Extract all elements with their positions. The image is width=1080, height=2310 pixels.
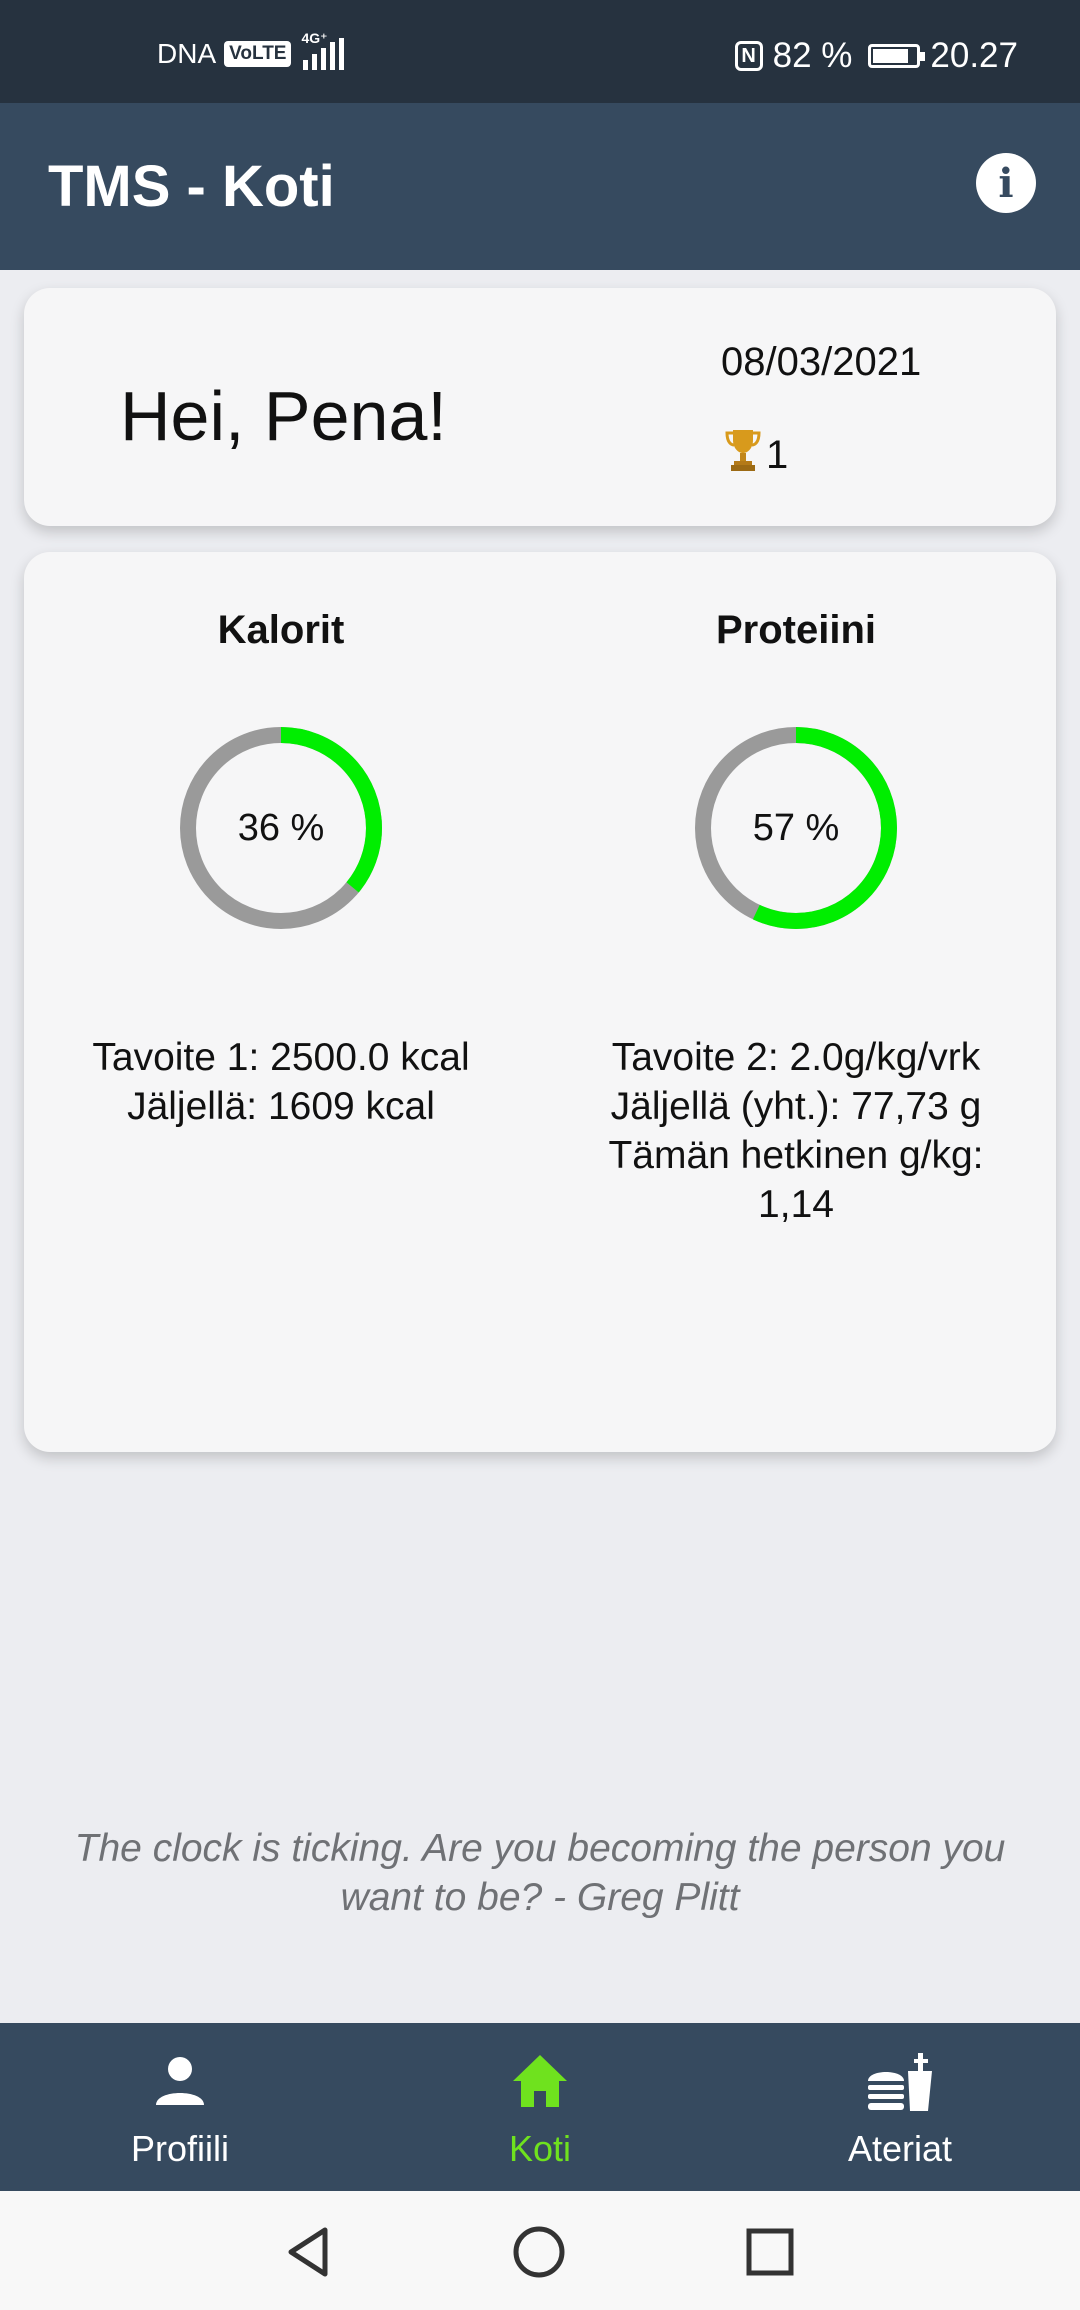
- nav-label-home: Koti: [508, 2128, 572, 2169]
- protein-goal: Tavoite 2: 2.0g/kg/vrk: [611, 1036, 981, 1079]
- nfc-icon: N: [734, 41, 763, 71]
- bottom-nav: Profiili Koti Ateriat: [0, 2023, 1080, 2191]
- nav-label-profile: Profiili: [130, 2128, 229, 2169]
- trophy-count: 1: [766, 432, 789, 477]
- status-bar: DNA VoLTE 4G⁺ N 82 % 20.27: [0, 0, 1080, 103]
- calories-title: Kalorit: [217, 608, 345, 652]
- trophy-counter: 1: [724, 428, 788, 482]
- nav-item-meals[interactable]: Ateriat: [720, 2023, 1080, 2191]
- carrier-name: DNA: [157, 38, 217, 69]
- date-text: 08/03/2021: [721, 340, 922, 384]
- status-left: DNA VoLTE 4G⁺: [157, 30, 345, 70]
- back-icon[interactable]: [283, 2225, 333, 2279]
- signal-icon: 4G⁺: [301, 30, 345, 70]
- battery-icon: [868, 44, 926, 68]
- home-icon: [360, 2051, 720, 2111]
- protein-remaining: Jäljellä (yht.): 77,73 g: [610, 1085, 982, 1128]
- calories-percent: 36 %: [237, 806, 325, 849]
- calories-progress-ring: 36 %: [176, 723, 386, 933]
- protein-current-label: Tämän hetkinen g/kg:: [608, 1134, 984, 1177]
- nav-label-meals: Ateriat: [847, 2128, 953, 2169]
- trophy-icon: [724, 428, 762, 482]
- battery-percent: 82 %: [772, 36, 853, 75]
- network-type: 4G⁺: [301, 30, 328, 46]
- calories-remaining: Jäljellä: 1609 kcal: [127, 1085, 435, 1128]
- protein-section: Proteiini 57 % Tavoite 2: 2.0g/kg/vrk Jä…: [566, 608, 1026, 1229]
- person-icon: [0, 2051, 360, 2111]
- nav-item-profile[interactable]: Profiili: [0, 2023, 360, 2191]
- status-right: N 82 % 20.27: [734, 36, 1018, 76]
- system-nav: [0, 2191, 1080, 2310]
- greeting-text: Hei, Pena!: [120, 377, 447, 455]
- fastfood-icon: [720, 2051, 1080, 2117]
- protein-current-value: 1,14: [758, 1183, 834, 1226]
- calories-goal: Tavoite 1: 2500.0 kcal: [92, 1036, 470, 1079]
- app-bar: TMS - Koti i: [0, 103, 1080, 270]
- home-circle-icon[interactable]: [512, 2225, 566, 2279]
- protein-title: Proteiini: [715, 608, 877, 652]
- protein-progress-ring: 57 %: [691, 723, 901, 933]
- protein-percent: 57 %: [752, 806, 840, 849]
- nav-item-home[interactable]: Koti: [360, 2023, 720, 2191]
- clock: 20.27: [930, 36, 1018, 75]
- page-title: TMS - Koti: [48, 154, 335, 219]
- motivational-quote: The clock is ticking. Are you becoming t…: [74, 1827, 1006, 1919]
- protein-details: Tavoite 2: 2.0g/kg/vrk Jäljellä (yht.): …: [566, 1033, 1026, 1229]
- stats-card: Kalorit 36 % Tavoite 1: 2500.0 kcal Jälj…: [24, 552, 1056, 1452]
- greeting-card: Hei, Pena! 08/03/2021 1: [24, 288, 1056, 526]
- recents-icon[interactable]: [745, 2227, 795, 2277]
- calories-details: Tavoite 1: 2500.0 kcal Jäljellä: 1609 kc…: [51, 1033, 511, 1131]
- volte-badge: VoLTE: [224, 41, 292, 67]
- calories-section: Kalorit 36 % Tavoite 1: 2500.0 kcal Jälj…: [51, 608, 511, 1131]
- info-icon[interactable]: i: [976, 153, 1036, 213]
